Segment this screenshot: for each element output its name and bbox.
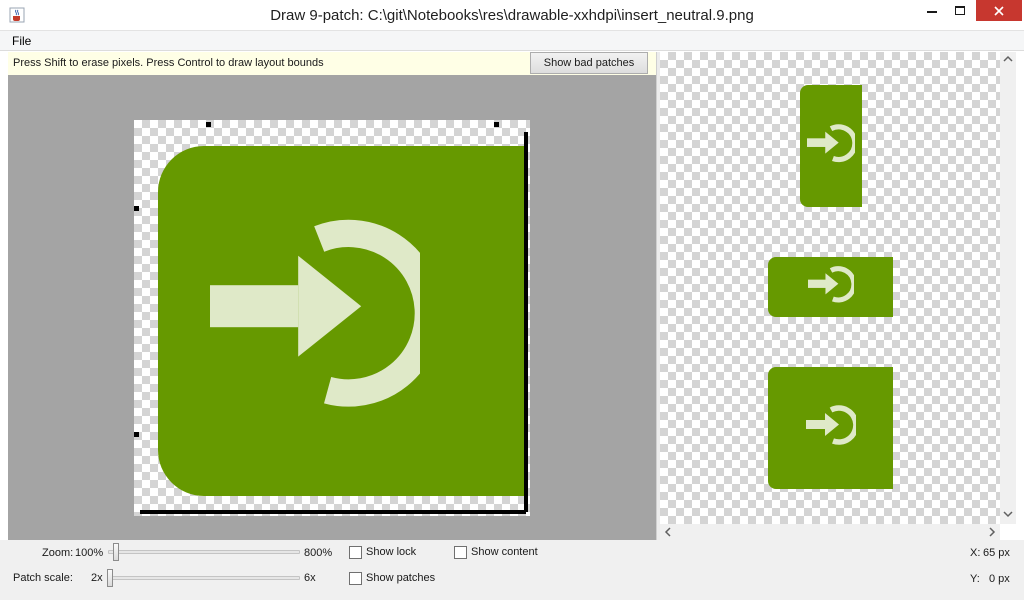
show-lock-checkbox[interactable] <box>349 546 362 559</box>
sign-in-arrow-icon <box>210 219 420 407</box>
scroll-down-icon[interactable] <box>1000 509 1016 522</box>
zoom-value: 100% <box>75 547 104 559</box>
patch-canvas[interactable] <box>134 120 530 516</box>
preview-both <box>768 367 893 489</box>
show-lock-label[interactable]: Show lock <box>366 546 416 558</box>
zoom-max-label: 800% <box>304 547 333 559</box>
preview-pane <box>660 52 1000 524</box>
left-patch-marker-bottom <box>134 432 139 437</box>
preview-horizontal <box>768 257 893 317</box>
preview-horizontal-scrollbar[interactable] <box>660 524 1000 540</box>
controls-bar: Zoom: 100% 800% Show lock Show content X… <box>0 540 1024 600</box>
show-patches-label[interactable]: Show patches <box>366 572 435 584</box>
zoom-slider-thumb[interactable] <box>112 543 119 561</box>
window-title: Draw 9-patch: C:\git\Notebooks\res\drawa… <box>270 7 754 24</box>
coord-x-label: X: <box>970 547 981 559</box>
close-icon <box>994 5 1004 16</box>
editor-pane[interactable]: Press Shift to erase pixels. Press Contr… <box>8 52 656 540</box>
right-content-line <box>524 132 528 512</box>
maximize-button[interactable] <box>946 0 974 21</box>
patch-scale-slider-thumb[interactable] <box>107 569 113 587</box>
sign-in-arrow-icon <box>807 266 854 303</box>
bottom-content-line <box>140 510 526 514</box>
sign-in-arrow-icon <box>807 124 855 163</box>
scroll-right-icon[interactable] <box>984 527 1000 540</box>
hint-text: Press Shift to erase pixels. Press Contr… <box>13 57 324 69</box>
show-patches-checkbox[interactable] <box>349 572 362 585</box>
coord-x-value: 65 px <box>983 547 1010 559</box>
coord-y-label: Y: <box>970 573 980 585</box>
menu-file[interactable]: File <box>12 34 31 48</box>
minimize-icon <box>927 10 937 13</box>
scroll-up-icon[interactable] <box>1000 54 1016 67</box>
scroll-left-icon[interactable] <box>660 527 676 540</box>
zoom-slider-track[interactable] <box>108 550 300 554</box>
patch-scale-max: 6x <box>304 572 316 584</box>
left-patch-marker-top <box>134 206 139 211</box>
hint-bar: Press Shift to erase pixels. Press Contr… <box>8 52 656 75</box>
top-patch-marker-right <box>494 122 499 127</box>
show-bad-patches-button[interactable]: Show bad patches <box>530 52 648 74</box>
patch-scale-label: Patch scale: <box>13 572 73 584</box>
show-content-checkbox[interactable] <box>454 546 467 559</box>
patch-scale-min: 2x <box>91 572 103 584</box>
maximize-icon <box>955 5 965 15</box>
menu-bar: File <box>0 31 1024 51</box>
title-bar: Draw 9-patch: C:\git\Notebooks\res\drawa… <box>0 0 1024 31</box>
zoom-label: Zoom: <box>42 547 74 559</box>
preview-vertical-scrollbar[interactable] <box>1000 52 1016 524</box>
top-patch-marker-left <box>206 122 211 127</box>
close-button[interactable] <box>976 0 1022 21</box>
patch-scale-slider-track[interactable] <box>108 576 300 580</box>
minimize-button[interactable] <box>918 0 946 21</box>
sign-in-arrow-icon <box>805 405 856 445</box>
preview-vertical <box>800 85 862 207</box>
coord-y-value: 0 px <box>989 573 1010 585</box>
show-content-label[interactable]: Show content <box>471 546 538 558</box>
